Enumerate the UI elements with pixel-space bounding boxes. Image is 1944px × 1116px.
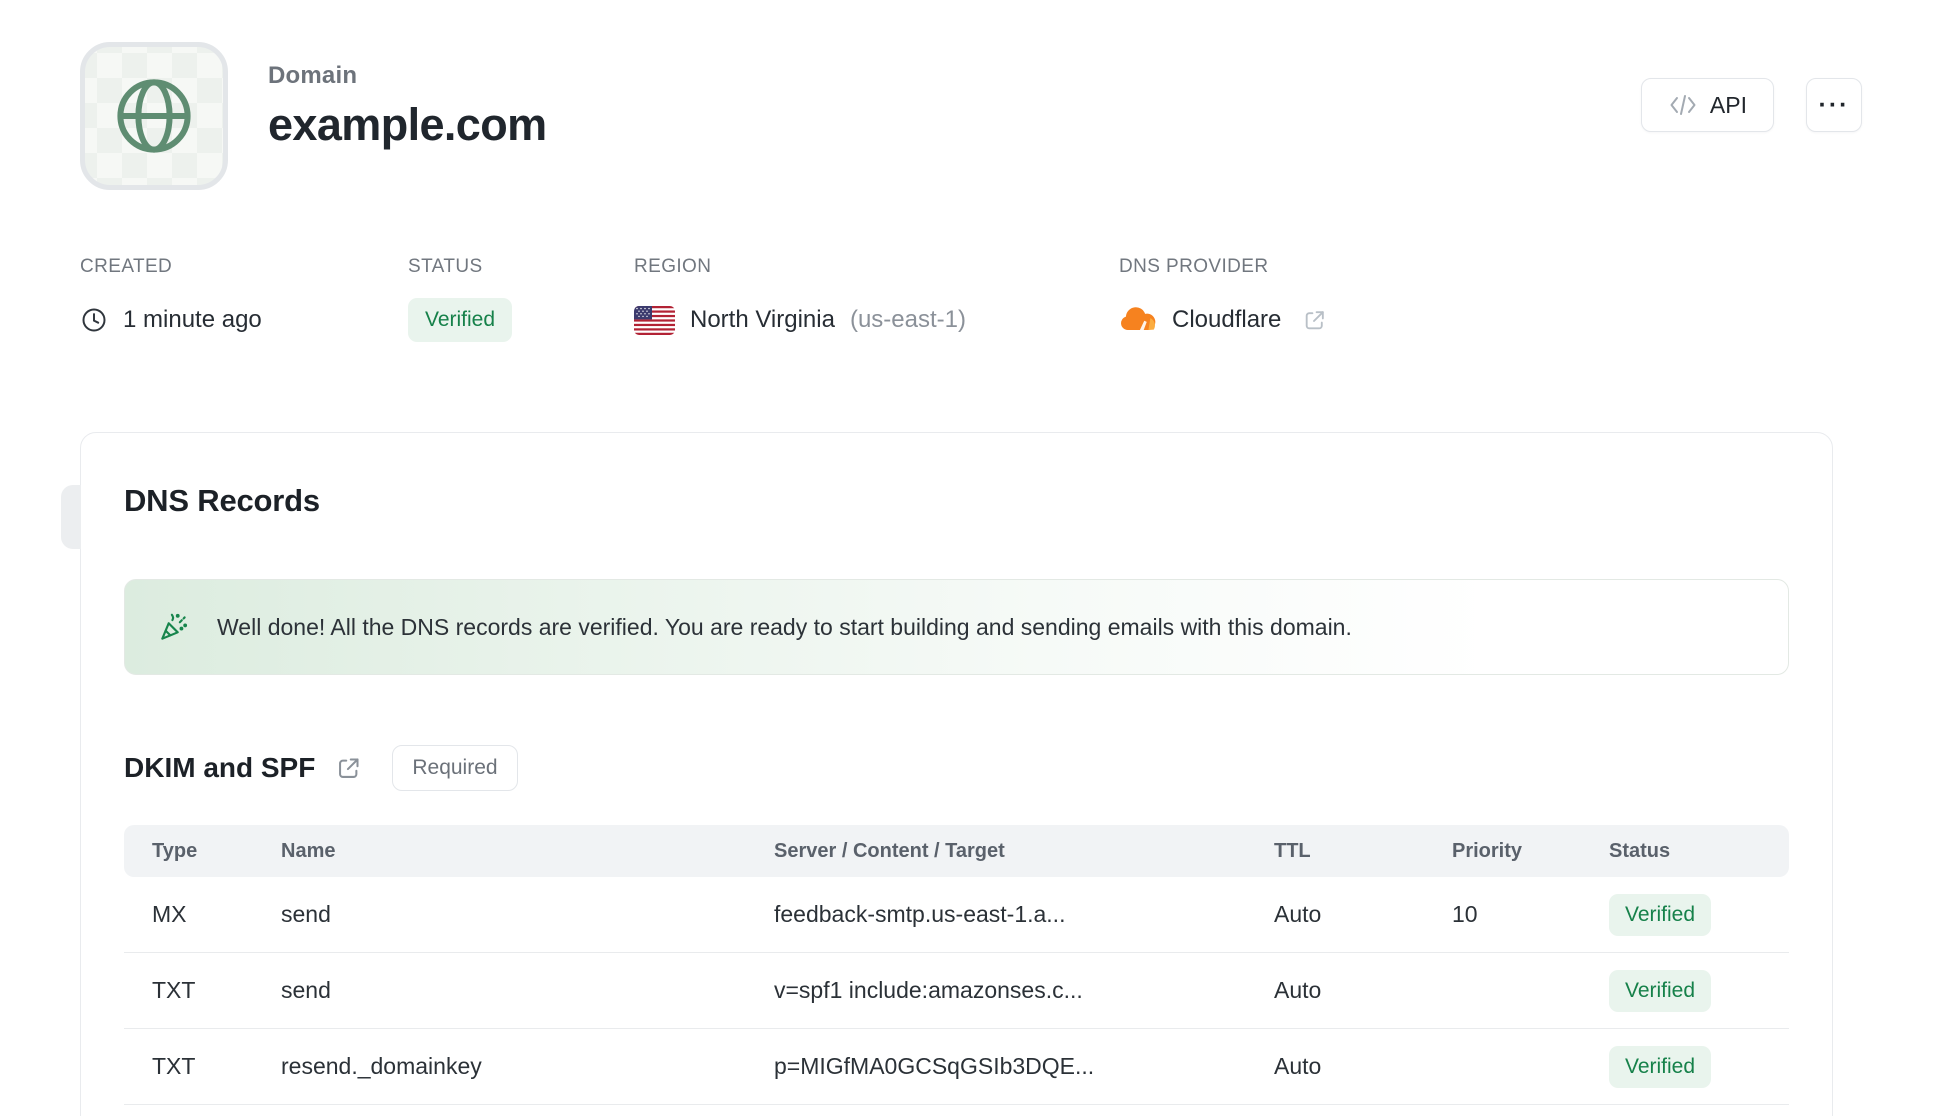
us-flag-icon [634,305,675,335]
record-type: MX [152,901,187,927]
cloudflare-icon [1119,306,1157,334]
record-priority: 10 [1452,901,1478,927]
table-row[interactable]: TXT send v=spf1 include:amazonses.c... A… [124,953,1789,1029]
domain-avatar [80,42,228,190]
record-status-badge: Verified [1609,893,1712,936]
domain-detail-page: Domain example.com API ··· CREATED 1 min… [0,0,1944,1116]
dns-records-card: DNS Records Well done! All the DNS recor… [61,432,1833,1116]
record-content: v=spf1 include:amazonses.c... [774,977,1083,1003]
status-label: STATUS [408,256,483,277]
region-label: REGION [634,256,712,277]
title-block: Domain example.com [268,42,547,151]
page-kicker: Domain [268,62,358,89]
meta-status: STATUS Verified [408,256,634,342]
dns-records-title: DNS Records [124,483,320,518]
record-status-badge: Verified [1609,1045,1712,1088]
api-button[interactable]: API [1640,78,1774,132]
domain-meta: CREATED 1 minute ago STATUS Verified REG… [0,256,1944,342]
record-name: resend._domainkey [281,1053,482,1079]
record-content: feedback-smtp.us-east-1.a... [774,901,1066,927]
party-popper-icon [157,610,191,644]
created-value: 1 minute ago [123,306,262,333]
table-row[interactable]: TXT resend._domainkey p=MIGfMA0GCSqGSIb3… [124,1029,1789,1105]
dkim-spf-section-header: DKIM and SPF Required [124,745,1789,791]
ellipsis-icon: ··· [1818,90,1850,119]
success-message: Well done! All the DNS records are verif… [217,613,1352,640]
col-status: Status [1609,839,1671,862]
table-row[interactable]: MX send feedback-smtp.us-east-1.a... Aut… [124,877,1789,953]
external-link-icon[interactable] [335,755,362,782]
card-side-tab [61,485,81,549]
page-header: Domain example.com API ··· [0,0,1944,190]
col-priority: Priority [1452,839,1523,862]
table-header-row: Type Name Server / Content / Target TTL … [124,825,1789,877]
code-icon [1668,92,1698,118]
page-title: example.com [268,99,547,150]
meta-region: REGION North Virginia (us-east-1) [634,256,1119,342]
dns-records-table: Type Name Server / Content / Target TTL … [124,825,1789,1105]
col-name: Name [281,839,336,862]
meta-dns-provider: DNS PROVIDER Cloudflare [1119,256,1327,342]
record-content: p=MIGfMA0GCSqGSIb3DQE... [774,1053,1095,1079]
col-type: Type [152,839,198,862]
dns-provider-value: Cloudflare [1172,306,1282,333]
dkim-spf-title: DKIM and SPF [124,752,316,783]
record-ttl: Auto [1274,901,1322,927]
success-banner: Well done! All the DNS records are verif… [124,579,1789,675]
record-type: TXT [152,977,196,1003]
required-badge: Required [392,745,518,791]
region-code: (us-east-1) [849,306,966,333]
status-badge: Verified [408,298,513,342]
col-ttl: TTL [1274,839,1311,862]
external-link-icon[interactable] [1302,308,1327,333]
record-ttl: Auto [1274,977,1322,1003]
record-ttl: Auto [1274,1053,1322,1079]
record-type: TXT [152,1053,196,1079]
clock-icon [80,306,108,334]
region-value: North Virginia [690,306,835,333]
meta-created: CREATED 1 minute ago [80,256,408,342]
record-name: send [281,977,331,1003]
api-button-label: API [1709,91,1747,118]
header-actions: API ··· [1640,78,1862,132]
record-name: send [281,901,331,927]
record-status-badge: Verified [1609,969,1712,1012]
created-label: CREATED [80,256,173,277]
dns-provider-label: DNS PROVIDER [1119,256,1269,277]
globe-icon [106,68,202,164]
more-options-button[interactable]: ··· [1806,78,1862,132]
col-content: Server / Content / Target [774,839,1005,862]
